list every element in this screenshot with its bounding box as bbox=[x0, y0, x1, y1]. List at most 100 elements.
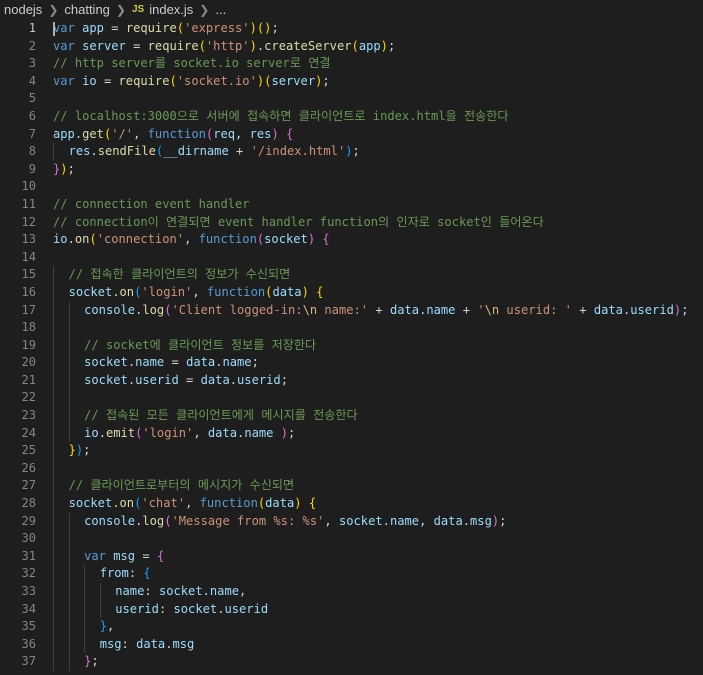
code-line[interactable]: 19 // socket에 클라이언트 정보를 저장한다 bbox=[0, 336, 703, 355]
code-text[interactable]: }; bbox=[53, 653, 99, 671]
code-token: ( bbox=[89, 232, 97, 247]
code-text[interactable]: console. log('Message from %s: %s', socke… bbox=[53, 512, 506, 531]
code-token: name bbox=[222, 355, 252, 370]
code-line[interactable]: 17 console.log('Client logged-in:\n name… bbox=[0, 301, 703, 320]
code-line[interactable]: 35 }, bbox=[0, 618, 703, 636]
code-text[interactable]: socket.on('chat', function(data) { bbox=[53, 495, 316, 513]
code-text[interactable] bbox=[53, 459, 69, 478]
code-text[interactable]: // http server를 socket.io server로 연결 bbox=[53, 55, 331, 73]
code-line[interactable]: 16 socket.on('login', function(data) { bbox=[0, 283, 703, 302]
code-line[interactable]: 27 // 클라이언트로부터의 메시지가 수신되면 bbox=[0, 477, 703, 496]
code-line[interactable]: 31 var msg = { bbox=[0, 547, 703, 566]
indent-guide bbox=[68, 371, 70, 390]
code-line[interactable]: 28 socket.on('chat', function(data) { bbox=[0, 495, 703, 513]
code-text[interactable]: // 클라이언트로부터의 메시지가 수신되면 bbox=[53, 477, 294, 496]
code-token: on bbox=[119, 496, 135, 511]
code-token: userid bbox=[115, 601, 159, 616]
code-text[interactable]: // 접속한 클라이언트의 정보가 수신되면 bbox=[53, 266, 290, 284]
code-text[interactable]: // connection이 연결되면 event handler functi… bbox=[53, 214, 544, 232]
code-line[interactable]: 30 bbox=[0, 530, 703, 548]
code-text[interactable]: }); bbox=[53, 161, 75, 179]
breadcrumb-item-nodejs[interactable]: nodejs bbox=[4, 0, 42, 20]
code-line[interactable]: 7 app.get('/', function(req, res) { bbox=[0, 126, 703, 144]
code-text[interactable]: socket.userid = data.userid; bbox=[53, 371, 288, 390]
code-editor[interactable]: 1 var app = require('express')(); 2 var ser… bbox=[0, 20, 703, 675]
code-text[interactable]: console.log('Client logged-in:\n name:' … bbox=[53, 301, 688, 320]
code-token: data bbox=[136, 636, 166, 651]
code-line[interactable]: 22 bbox=[0, 389, 703, 408]
code-line[interactable]: 2 var server = require('http').createServ… bbox=[0, 38, 703, 56]
code-text[interactable]: socket.name = data.name; bbox=[53, 354, 259, 372]
code-text[interactable]: var msg = { bbox=[53, 547, 164, 566]
code-line[interactable]: 4 var io = require('socket.io')(server); bbox=[0, 73, 703, 91]
code-line[interactable]: 12 // connection이 연결되면 event handler func… bbox=[0, 214, 703, 232]
code-text[interactable] bbox=[53, 389, 84, 408]
code-text[interactable]: }); bbox=[53, 442, 90, 460]
code-text[interactable]: userid: socket.userid bbox=[53, 600, 268, 619]
code-line[interactable]: 18 bbox=[0, 319, 703, 337]
code-line[interactable]: 20 socket.name = data.name; bbox=[0, 354, 703, 372]
breadcrumb-item-chatting[interactable]: chatting bbox=[64, 0, 110, 20]
breadcrumb-item-file[interactable]: index.js bbox=[149, 0, 193, 20]
code-line[interactable]: 10 bbox=[0, 178, 703, 196]
breadcrumb-item-symbols[interactable]: ... bbox=[215, 0, 226, 20]
code-line[interactable]: 23 // 접속된 모든 클라이언트에게 메시지를 전송한다 bbox=[0, 407, 703, 425]
code-text[interactable]: app.get('/', function(req, res) { bbox=[53, 126, 293, 144]
line-number: 21 bbox=[21, 372, 36, 387]
line-number: 4 bbox=[28, 73, 36, 88]
code-token: ; bbox=[280, 372, 288, 387]
code-token: on bbox=[74, 232, 90, 247]
code-text[interactable]: res.sendFile(__dirname + '/index.html'); bbox=[53, 143, 360, 161]
code-line[interactable]: 9}); bbox=[0, 161, 703, 179]
code-line[interactable]: 14 bbox=[0, 249, 703, 267]
code-text[interactable]: socket.on('login', function(data) { bbox=[53, 283, 323, 302]
code-text[interactable]: // 접속된 모든 클라이언트에게 메시지를 전송한다 bbox=[53, 407, 358, 425]
code-token: : bbox=[158, 601, 174, 616]
code-line[interactable]: 34 userid: socket.userid bbox=[0, 600, 703, 619]
code-line[interactable]: 11 // connection event handler bbox=[0, 196, 703, 214]
code-token: 'connection' bbox=[96, 232, 185, 247]
javascript-file-icon: JS bbox=[131, 4, 145, 15]
code-line[interactable]: 6 // localhost:3000으로 서버에 접속하면 클라이언트로 ind… bbox=[0, 108, 703, 126]
code-token: : bbox=[121, 636, 137, 651]
code-token: ' bbox=[477, 302, 485, 317]
code-line[interactable]: 13 io.on('connection', function(socket) { bbox=[0, 231, 703, 249]
code-line[interactable]: 33 name: socket.name, bbox=[0, 583, 703, 601]
code-line[interactable]: 37 }; bbox=[0, 653, 703, 671]
code-token: data bbox=[272, 284, 302, 299]
code-text[interactable]: // socket에 클라이언트 정보를 저장한다 bbox=[53, 336, 316, 355]
code-text[interactable]: name: socket.name, bbox=[53, 583, 246, 601]
line-number: 32 bbox=[21, 566, 36, 581]
code-line[interactable]: 26 bbox=[0, 459, 703, 478]
code-line[interactable]: 15 // 접속한 클라이언트의 정보가 수신되면 bbox=[0, 266, 703, 284]
code-line[interactable]: 25 }); bbox=[0, 442, 703, 460]
code-line[interactable]: 24 io.emit('login', data.name ); bbox=[0, 424, 703, 443]
code-text[interactable] bbox=[53, 319, 84, 337]
line-number: 2 bbox=[28, 38, 36, 53]
code-line[interactable]: 8 res.sendFile(__dirname + '/index.html'… bbox=[0, 143, 703, 161]
code-token: } bbox=[99, 619, 107, 634]
code-text[interactable]: }, bbox=[53, 618, 114, 636]
code-text[interactable]: var server = require('http').createServe… bbox=[53, 38, 395, 56]
code-text[interactable] bbox=[53, 530, 84, 548]
code-line[interactable]: 36 msg: data.msg bbox=[0, 635, 703, 654]
code-text[interactable]: // localhost:3000으로 서버에 접속하면 클라이언트로 inde… bbox=[53, 108, 509, 126]
code-token: app bbox=[358, 38, 381, 53]
code-text[interactable]: from: { bbox=[53, 565, 151, 583]
code-text[interactable]: var io = require('socket.io')(server); bbox=[53, 73, 330, 91]
code-text[interactable]: io.on('connection', function(socket) { bbox=[53, 231, 330, 249]
code-token: var bbox=[53, 21, 75, 35]
code-line[interactable]: 1 var app = require('express')(); bbox=[0, 20, 703, 38]
code-text[interactable]: io.emit('login', data.name ); bbox=[53, 424, 295, 443]
code-text[interactable]: var app = require('express')(); bbox=[53, 20, 279, 38]
code-line[interactable]: 32 from: { bbox=[0, 565, 703, 583]
code-text[interactable]: msg: data.msg bbox=[53, 635, 194, 654]
code-text[interactable]: // connection event handler bbox=[53, 196, 250, 214]
code-line[interactable]: 5 bbox=[0, 90, 703, 108]
line-number: 28 bbox=[21, 496, 36, 511]
indent-guide bbox=[68, 618, 70, 636]
code-line[interactable]: 29 console. log('Message from %s: %s', so… bbox=[0, 512, 703, 531]
code-line[interactable]: 3 // http server를 socket.io server로 연결 bbox=[0, 55, 703, 73]
code-line[interactable]: 21 socket.userid = data.userid; bbox=[0, 371, 703, 390]
code-token: , bbox=[235, 126, 250, 141]
